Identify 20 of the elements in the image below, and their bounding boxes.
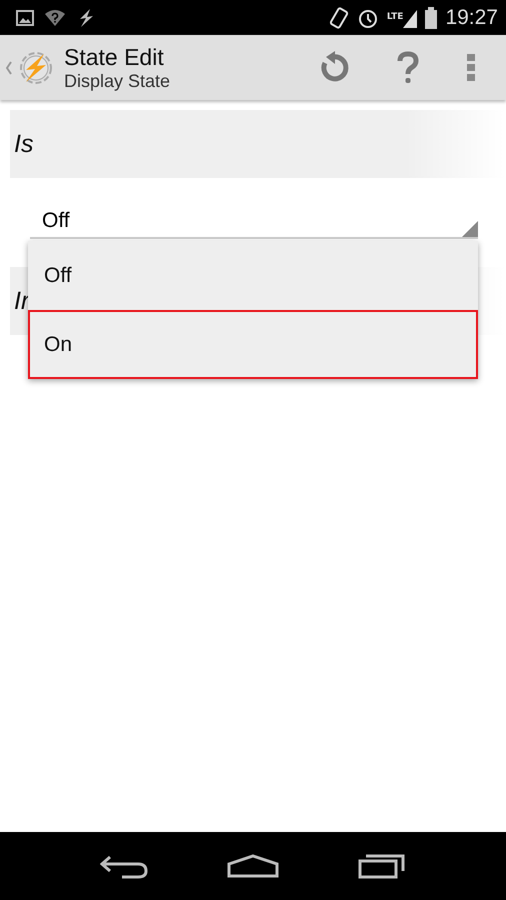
- clock: 19:27: [445, 6, 498, 30]
- dropdown-corner-icon: [462, 221, 478, 237]
- screen-title: State Edit: [64, 44, 165, 70]
- back-caret-icon: [6, 60, 12, 74]
- section-title: Is: [14, 130, 34, 158]
- back-icon[interactable]: [100, 853, 148, 879]
- state-dropdown[interactable]: Off: [30, 204, 478, 239]
- wifi-icon: [44, 8, 66, 26]
- image-icon: [16, 10, 34, 26]
- dropdown-option[interactable]: On: [28, 310, 478, 379]
- dropdown-option[interactable]: Off: [28, 241, 478, 310]
- help-icon[interactable]: [396, 50, 420, 84]
- phone-icon: [328, 6, 349, 28]
- overflow-menu-icon[interactable]: [466, 52, 476, 82]
- battery-icon: [425, 6, 438, 28]
- network-label: LTE: [386, 12, 404, 22]
- signal-icon: [403, 8, 418, 28]
- home-icon[interactable]: [226, 854, 279, 878]
- screen-subtitle: Display State: [64, 70, 172, 92]
- recent-apps-icon[interactable]: [358, 853, 406, 879]
